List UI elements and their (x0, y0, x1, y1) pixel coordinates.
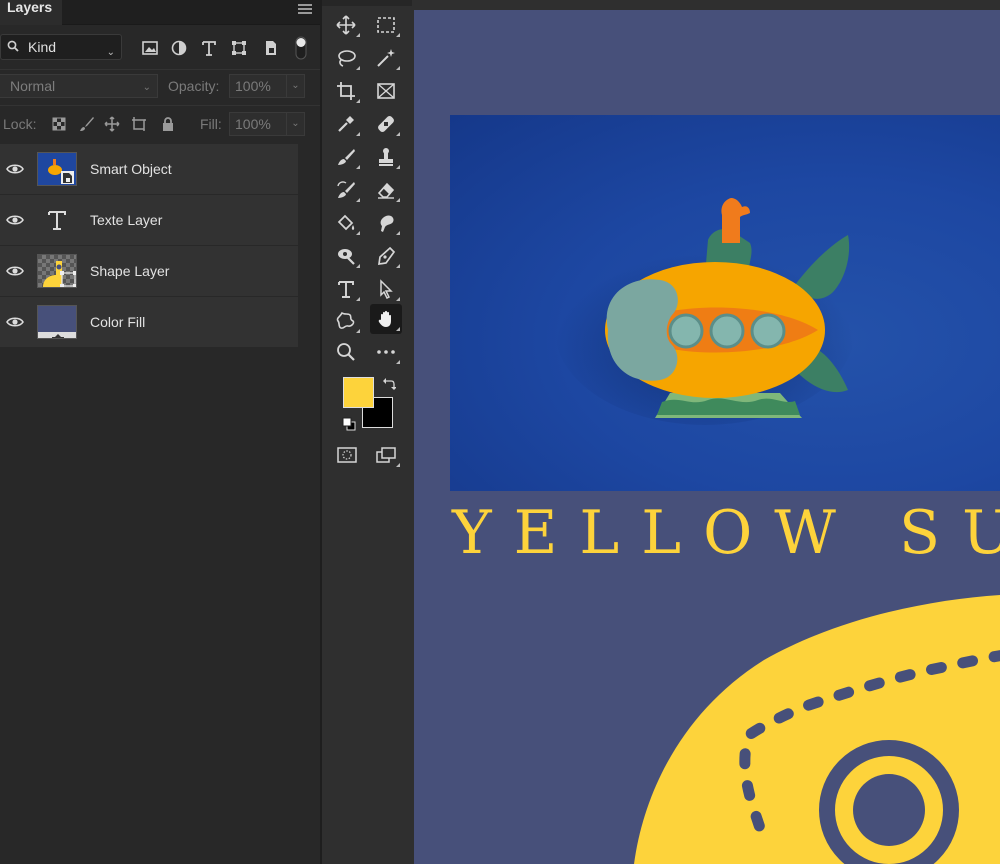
eye-icon[interactable] (6, 213, 24, 227)
swap-colors-icon[interactable] (382, 377, 396, 391)
lock-label: Lock: (3, 116, 37, 132)
brush-tool-icon[interactable] (330, 142, 362, 172)
panel-tab-bar: Layers (0, 0, 320, 25)
frame-tool-icon[interactable] (370, 76, 402, 106)
chevron-down-icon: ⌄ (142, 82, 151, 93)
pen-tool-icon[interactable] (370, 241, 402, 271)
type-filter-icon[interactable] (200, 39, 218, 57)
layer-name: Smart Object (90, 161, 172, 177)
path-selection-tool-icon[interactable] (370, 274, 402, 304)
foreground-color-swatch[interactable] (343, 377, 374, 408)
layer-row-shape[interactable]: Shape Layer (0, 246, 298, 297)
default-colors-icon[interactable] (342, 417, 356, 431)
blend-mode-value: Normal (10, 78, 56, 94)
lock-all-icon[interactable] (160, 116, 176, 132)
lock-row: Lock: Fill: 100% ⌄ (0, 105, 320, 141)
panel-menu-icon[interactable] (298, 2, 312, 16)
layers-list: Smart Object Texte Layer Shape Layer Col… (0, 144, 298, 348)
layer-name: Shape Layer (90, 263, 170, 279)
marquee-tool-icon[interactable] (370, 10, 402, 40)
eye-icon[interactable] (6, 162, 24, 176)
document-canvas[interactable]: YELLOW SUB (414, 10, 1000, 864)
layer-name: Color Fill (90, 314, 146, 330)
paint-bucket-tool-icon[interactable] (330, 208, 362, 238)
text-layer-thumbnail (37, 203, 77, 237)
opacity-input[interactable]: 100% (229, 74, 287, 98)
color-fill-thumbnail (37, 305, 77, 339)
eye-icon[interactable] (6, 315, 24, 329)
fill-chevron-icon[interactable]: ⌄ (287, 112, 305, 136)
adjustment-filter-icon[interactable] (170, 39, 188, 57)
magic-wand-tool-icon[interactable] (370, 43, 402, 73)
eyedropper-tool-icon[interactable] (330, 109, 362, 139)
fill-label: Fill: (200, 116, 222, 132)
custom-shape-tool-icon[interactable] (330, 306, 362, 336)
move-tool-icon[interactable] (330, 10, 362, 40)
filter-kind-value: Kind (28, 39, 57, 55)
type-tool-icon[interactable] (330, 274, 362, 304)
search-icon (7, 40, 19, 52)
layer-row-color-fill[interactable]: Color Fill (0, 297, 298, 348)
smart-object-filter-icon[interactable] (262, 39, 280, 57)
layer-row-text[interactable]: Texte Layer (0, 195, 298, 246)
eraser-tool-icon[interactable] (370, 175, 402, 205)
smart-object-thumbnail (37, 152, 77, 186)
clone-stamp-tool-icon[interactable] (370, 142, 402, 172)
lasso-tool-icon[interactable] (330, 43, 362, 73)
quick-mask-icon[interactable] (331, 440, 363, 470)
filter-toggle-switch[interactable] (295, 36, 307, 60)
opacity-label: Opacity: (168, 78, 220, 94)
screen-mode-icon[interactable] (370, 440, 402, 470)
lock-position-icon[interactable] (104, 116, 120, 132)
canvas-area[interactable]: YELLOW SUB (412, 0, 1000, 864)
zoom-tool-icon[interactable] (330, 337, 362, 367)
shape-layer-thumbnail (37, 254, 77, 288)
yellow-submarine-shape[interactable] (414, 10, 1000, 864)
crop-tool-icon[interactable] (330, 76, 362, 106)
image-filter-icon[interactable] (141, 39, 159, 57)
history-brush-tool-icon[interactable] (330, 175, 362, 205)
blend-row: Normal ⌄ Opacity: 100% ⌄ (0, 69, 320, 101)
more-tools-icon[interactable] (370, 337, 402, 367)
layer-name: Texte Layer (90, 212, 163, 228)
shape-filter-icon[interactable] (230, 39, 248, 57)
layer-row-smart-object[interactable]: Smart Object (0, 144, 298, 195)
lock-image-icon[interactable] (79, 116, 95, 132)
opacity-chevron-icon[interactable]: ⌄ (287, 74, 305, 98)
filter-kind-select[interactable]: Kind ⌄ (0, 34, 122, 60)
blend-mode-select[interactable]: Normal ⌄ (0, 74, 158, 98)
smudge-tool-icon[interactable] (370, 208, 402, 238)
lock-transparent-icon[interactable] (51, 116, 67, 132)
eye-icon[interactable] (6, 264, 24, 278)
chevron-down-icon: ⌄ (106, 47, 115, 58)
layer-filter-row: Kind ⌄ (0, 30, 320, 66)
tools-panel (320, 0, 412, 864)
healing-brush-tool-icon[interactable] (370, 109, 402, 139)
dodge-tool-icon[interactable] (330, 241, 362, 271)
toolbar-grip (322, 0, 412, 6)
layers-panel: Layers Kind ⌄ Normal ⌄ Opacity: 100% ⌄ L… (0, 0, 320, 864)
fill-input[interactable]: 100% (229, 112, 287, 136)
lock-artboard-icon[interactable] (131, 116, 147, 132)
hand-tool-icon[interactable] (370, 304, 402, 334)
tab-layers[interactable]: Layers (0, 0, 62, 25)
